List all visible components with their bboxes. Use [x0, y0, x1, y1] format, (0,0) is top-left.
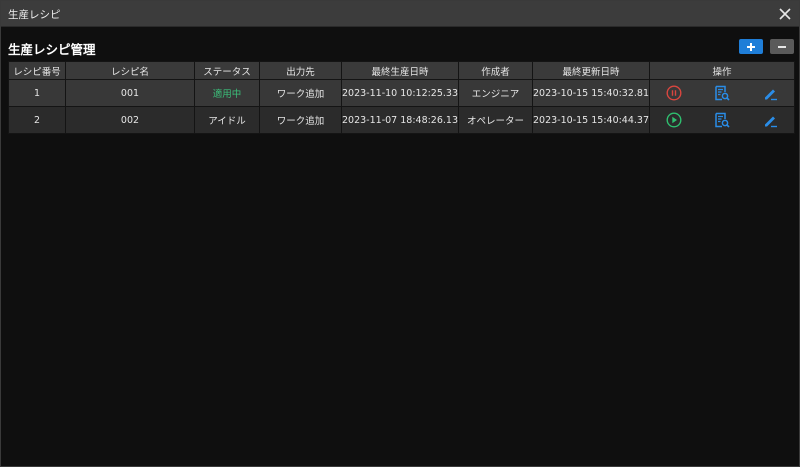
view-details-icon [715, 112, 730, 128]
cell-last-produced: 2023-11-10 10:12:25.338 [341, 79, 459, 107]
title-bar: 生産レシピ [1, 1, 799, 27]
table-header-row: レシピ番号 レシピ名 ステータス 出力先 最終生産日時 作成者 最終更新日時 操… [8, 61, 795, 80]
column-header-output: 出力先 [259, 61, 342, 80]
view-details-icon [715, 85, 730, 101]
edit-button[interactable] [760, 83, 780, 103]
cell-recipe-no: 1 [8, 79, 66, 107]
cell-recipe-no: 2 [8, 106, 66, 134]
cell-actions [649, 79, 795, 107]
window-title: 生産レシピ [8, 9, 61, 21]
column-header-recipe-name: レシピ名 [65, 61, 195, 80]
remove-recipe-button[interactable] [770, 39, 794, 54]
cell-status: アイドル [194, 106, 260, 134]
cell-last-produced: 2023-11-07 18:48:26.130 [341, 106, 459, 134]
cell-recipe-name: 001 [65, 79, 195, 107]
cell-author: エンジニア [458, 79, 533, 107]
column-header-recipe-no: レシピ番号 [8, 61, 66, 80]
table-row[interactable]: 2 002 アイドル ワーク追加 2023-11-07 18:48:26.130… [8, 106, 795, 134]
edit-button[interactable] [760, 110, 780, 130]
recipe-table: レシピ番号 レシピ名 ステータス 出力先 最終生産日時 作成者 最終更新日時 操… [8, 61, 795, 134]
recipe-window: 生産レシピ 生産レシピ管理 レシピ番号 レシピ名 ステータス 出力先 最終生産日… [0, 0, 800, 467]
cell-status: 適用中 [194, 79, 260, 107]
close-icon [779, 8, 791, 20]
close-button[interactable] [775, 4, 795, 24]
view-details-button[interactable] [712, 83, 732, 103]
play-button[interactable] [664, 110, 684, 130]
column-header-last-updated: 最終更新日時 [532, 61, 650, 80]
column-header-actions: 操作 [649, 61, 795, 80]
page-title: 生産レシピ管理 [8, 42, 96, 57]
edit-icon [765, 89, 777, 101]
add-recipe-button[interactable] [739, 39, 763, 54]
cell-actions [649, 106, 795, 134]
cell-last-updated: 2023-10-15 15:40:32.813 [532, 79, 650, 107]
column-header-author: 作成者 [458, 61, 533, 80]
minus-icon [778, 45, 786, 48]
cell-output: ワーク追加 [259, 79, 342, 107]
pause-button[interactable] [664, 83, 684, 103]
view-details-button[interactable] [712, 110, 732, 130]
cell-output: ワーク追加 [259, 106, 342, 134]
cell-last-updated: 2023-10-15 15:40:44.379 [532, 106, 650, 134]
cell-author: オペレーター [458, 106, 533, 134]
table-row[interactable]: 1 001 適用中 ワーク追加 2023-11-10 10:12:25.338 … [8, 79, 795, 107]
play-icon [666, 112, 682, 128]
cell-recipe-name: 002 [65, 106, 195, 134]
edit-icon [765, 116, 777, 128]
column-header-status: ステータス [194, 61, 260, 80]
column-header-last-produced: 最終生産日時 [341, 61, 459, 80]
pause-icon [666, 85, 682, 101]
plus-icon [747, 42, 755, 51]
